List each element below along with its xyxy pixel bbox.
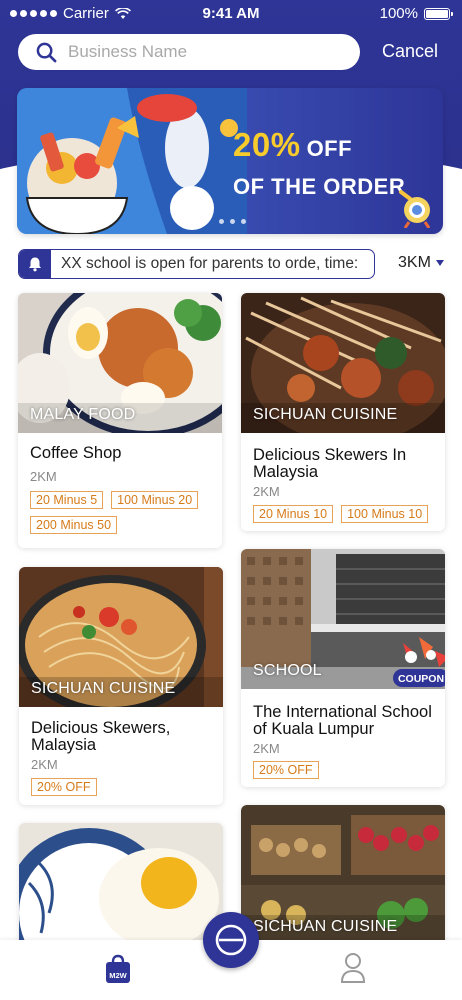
search-input[interactable] (68, 42, 338, 62)
store-image: SCHOOL COUPON (241, 549, 445, 689)
store-image: MALAY FOOD (18, 293, 222, 433)
store-category: SICHUAN CUISINE (253, 918, 398, 935)
promo-tag: 20% OFF (253, 761, 319, 779)
banner-food-illustration (17, 88, 247, 234)
promo-tags: 20% OFF (253, 761, 443, 779)
store-distance: 2KM (253, 484, 280, 499)
store-image: SICHUAN CUISINE (19, 567, 223, 707)
store-title: The International School of Kuala Lumpur (253, 703, 432, 738)
svg-text:M2W: M2W (109, 971, 127, 980)
store-distance: 2KM (253, 741, 280, 756)
store-title: Delicious Skewers In Malaysia (253, 446, 407, 481)
promo-tags: 20 Minus 5 100 Minus 20 200 Minus 50 (30, 491, 220, 534)
store-distance: 2KM (31, 757, 58, 772)
store-title: Delicious Skewers, Malaysia (31, 719, 171, 754)
coupon-badge-icon[interactable]: COUPON (389, 633, 445, 689)
banner-headline: 20% OFF (233, 126, 353, 163)
shopping-bag-icon[interactable]: M2W (104, 954, 132, 984)
svg-text:COUPON: COUPON (398, 673, 444, 685)
notice-bell-wrap (19, 250, 51, 278)
store-category: MALAY FOOD (30, 406, 136, 423)
search-box[interactable] (18, 34, 360, 70)
promo-tags: 20 Minus 10 100 Minus 10 (253, 505, 443, 523)
cancel-button[interactable]: Cancel (382, 41, 438, 62)
center-action-button[interactable] (203, 912, 259, 968)
promo-tag: 20 Minus 10 (253, 505, 334, 523)
banner-pagination[interactable] (219, 219, 246, 224)
battery-icon (424, 7, 453, 20)
store-image: SICHUAN CUISINE (241, 805, 445, 945)
caret-down-icon (435, 260, 444, 266)
distance-filter[interactable]: 3KM (398, 254, 444, 272)
battery-percent: 100% (379, 5, 418, 22)
promo-tag: 100 Minus 10 (341, 505, 429, 523)
store-card[interactable]: SCHOOL COUPON The International School o… (241, 549, 445, 787)
bell-icon (29, 257, 41, 272)
status-bar: Carrier 9:41 AM 100% (0, 0, 462, 26)
search-icon (36, 42, 57, 63)
store-card[interactable]: SICHUAN CUISINE Delicious Skewers In Mal… (241, 293, 445, 531)
notice-text: XX school is open for parents to orde, t… (61, 255, 359, 272)
promo-tags: 20% OFF (31, 778, 221, 796)
store-image: SICHUAN CUISINE (241, 293, 445, 433)
store-category: SICHUAN CUISINE (31, 680, 176, 697)
astronaut-icon (399, 190, 431, 228)
store-category: SICHUAN CUISINE (253, 406, 398, 423)
distance-filter-label: 3KM (398, 254, 431, 271)
promo-banner[interactable]: 20% OFF OF THE ORDER (17, 88, 443, 234)
notice-bar[interactable]: XX school is open for parents to orde, t… (18, 249, 375, 279)
promo-tag: 100 Minus 20 (111, 491, 199, 509)
promo-tag: 20 Minus 5 (30, 491, 104, 509)
store-title: Coffee Shop (30, 444, 122, 462)
store-category: SCHOOL (253, 662, 322, 679)
store-distance: 2KM (30, 469, 57, 484)
store-card[interactable]: SICHUAN CUISINE (241, 805, 445, 955)
promo-tag: 20% OFF (31, 778, 97, 796)
store-card[interactable]: MALAY FOOD Coffee Shop 2KM 20 Minus 5 10… (18, 293, 222, 548)
promo-tag: 200 Minus 50 (30, 516, 118, 534)
minus-circle-icon (215, 924, 247, 956)
banner-subline: OF THE ORDER (233, 174, 406, 199)
store-card[interactable]: SICHUAN CUISINE Delicious Skewers, Malay… (19, 567, 223, 805)
user-icon[interactable] (340, 952, 366, 984)
